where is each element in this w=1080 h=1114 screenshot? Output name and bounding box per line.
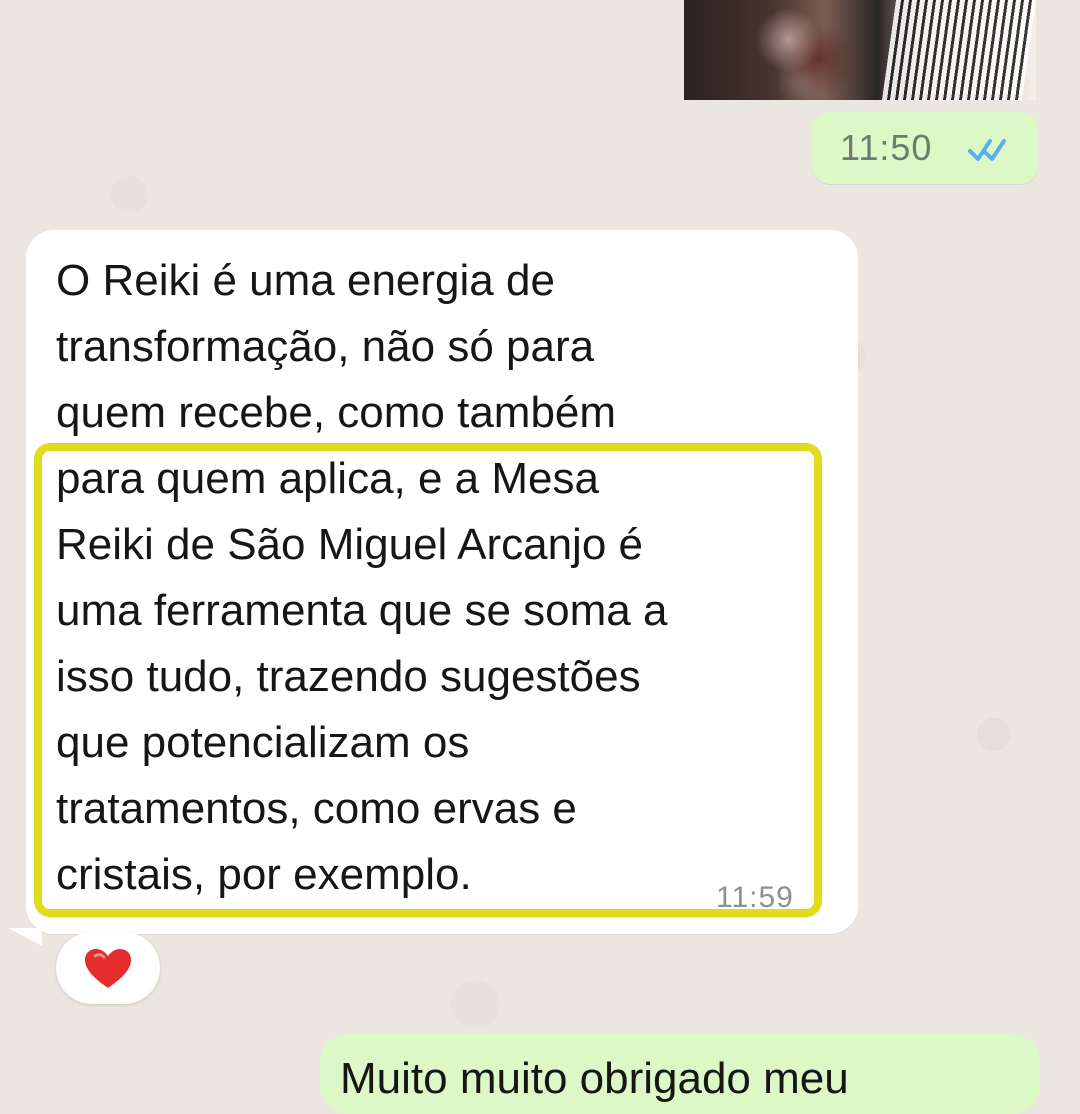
incoming-message-text: O Reiki é uma energia de transformação, … [56,256,668,899]
sent-media-time: 11:50 [840,127,933,168]
incoming-message-bubble[interactable]: O Reiki é uma energia de transformação, … [26,230,858,934]
incoming-message-time: 11:59 [716,881,794,914]
heart-icon [85,949,131,988]
outgoing-message-preview-text: Muito muito obrigado meu [340,1054,849,1103]
message-reaction[interactable] [56,932,160,1004]
double-check-icon [968,139,1006,161]
outgoing-message-preview[interactable]: Muito muito obrigado meu [320,1034,1040,1114]
sent-media-status-bubble: 11:50 [812,112,1038,184]
sent-image-preview[interactable] [684,0,1036,100]
